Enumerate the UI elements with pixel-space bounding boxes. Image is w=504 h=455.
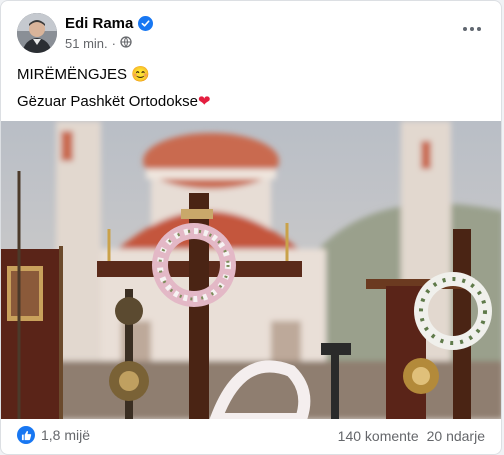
author-name[interactable]: Edi Rama [65,15,133,32]
more-dot-icon [477,27,481,31]
avatar-image [17,13,57,53]
smile-emoji-icon: 😊 [131,66,150,83]
avatar[interactable] [17,13,57,53]
meta-separator: · [111,36,116,51]
globe-icon[interactable] [120,36,132,51]
more-dot-icon [470,27,474,31]
post-time[interactable]: 51 min. [65,36,108,51]
post-text-greeting: MIRËMËNGJES [17,66,128,83]
more-options-button[interactable] [457,19,487,39]
facebook-post: Edi Rama 51 min. · MIRËMËNGJES 😊 Gëzuar … [0,0,502,455]
like-icon [17,426,35,444]
shares-count[interactable]: 20 ndarje [427,428,485,444]
more-dot-icon [463,27,467,31]
post-meta: 51 min. · [65,36,132,51]
reactions-count[interactable]: 1,8 mijë [41,427,90,443]
post-text-wishes: Gëzuar Pashkët Ortodokse [17,93,198,110]
author-name-row: Edi Rama [65,15,154,32]
heart-emoji-icon: ❤ [197,93,211,110]
post-text-line-2: Gëzuar Pashkët Ortodokse❤ [17,92,211,110]
post-header: Edi Rama 51 min. · [17,13,487,55]
verified-badge-icon [138,16,154,31]
post-text-line-1: MIRËMËNGJES 😊 [17,65,150,83]
post-photo[interactable] [1,121,501,419]
post-footer: 1,8 mijë 140 komente 20 ndarje [17,426,485,448]
comments-count[interactable]: 140 komente [338,428,419,444]
easter-crosses-image [1,121,501,419]
engagement-counts: 140 komente 20 ndarje [338,428,485,444]
reactions-summary[interactable]: 1,8 mijë [17,426,90,444]
